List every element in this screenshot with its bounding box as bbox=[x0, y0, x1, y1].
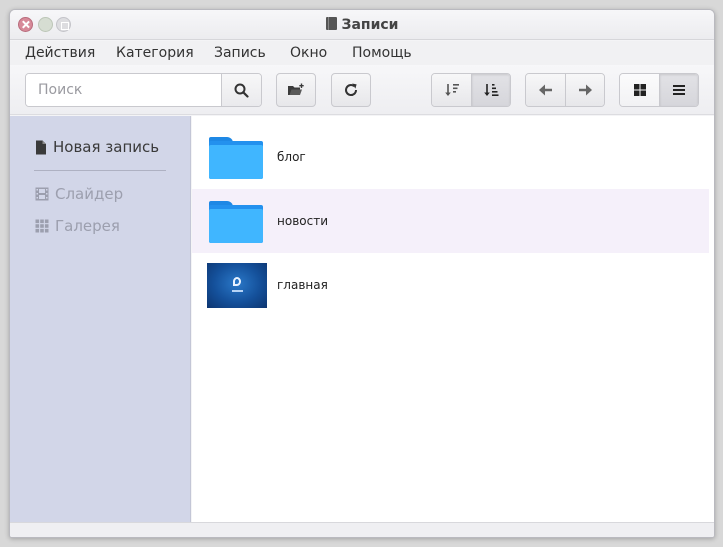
menu-bar: Действия Категория Запись Окно Помощь bbox=[10, 41, 714, 65]
image-thumbnail bbox=[207, 263, 267, 308]
refresh-icon bbox=[345, 83, 358, 96]
grid-icon bbox=[35, 219, 49, 233]
search-input[interactable] bbox=[26, 74, 222, 106]
sidebar-divider bbox=[34, 170, 166, 171]
sidebar: Новая запись Слайдер Галерея bbox=[10, 116, 191, 522]
arrow-left-icon bbox=[538, 84, 552, 96]
menu-window[interactable]: Окно bbox=[290, 45, 327, 61]
search-box bbox=[25, 73, 262, 107]
sidebar-item-gallery-label: Галерея bbox=[55, 217, 120, 235]
list-view-button[interactable] bbox=[659, 74, 698, 106]
menu-actions[interactable]: Действия bbox=[25, 45, 95, 61]
refresh-button[interactable] bbox=[331, 73, 371, 107]
folder-icon bbox=[207, 135, 267, 180]
app-window: Записи Действия Категория Запись Окно По… bbox=[9, 9, 715, 538]
title-bar: Записи bbox=[10, 10, 714, 40]
list-item-name: новости bbox=[277, 214, 328, 228]
window-title: Записи bbox=[10, 17, 714, 33]
entry-list: блог новости главная bbox=[192, 116, 714, 522]
menu-category[interactable]: Категория bbox=[116, 45, 194, 61]
menu-help[interactable]: Помощь bbox=[352, 45, 412, 61]
toolbar bbox=[10, 65, 714, 115]
sort-asc-icon bbox=[484, 84, 499, 96]
forward-button[interactable] bbox=[565, 74, 604, 106]
sort-descending-button[interactable] bbox=[432, 74, 471, 106]
grid-view-icon bbox=[633, 84, 646, 96]
magnifier-icon bbox=[234, 83, 249, 98]
sort-ascending-button[interactable] bbox=[471, 74, 510, 106]
list-item[interactable]: новости bbox=[192, 189, 709, 253]
navigation-button-group bbox=[525, 73, 605, 107]
window-title-text: Записи bbox=[341, 17, 399, 33]
search-button[interactable] bbox=[221, 74, 261, 106]
grid-view-button[interactable] bbox=[620, 74, 659, 106]
list-item-name: блог bbox=[277, 150, 306, 164]
book-icon bbox=[325, 17, 337, 30]
new-entry-button[interactable]: Новая запись bbox=[35, 138, 159, 156]
sidebar-item-gallery[interactable]: Галерея bbox=[35, 217, 120, 235]
film-icon bbox=[35, 187, 49, 201]
sort-button-group bbox=[431, 73, 511, 107]
document-icon bbox=[36, 140, 46, 154]
list-view-icon bbox=[673, 85, 685, 95]
sort-desc-icon bbox=[444, 84, 459, 96]
view-mode-button-group bbox=[619, 73, 699, 107]
list-item[interactable]: главная bbox=[192, 253, 709, 317]
menu-entry[interactable]: Запись bbox=[214, 45, 266, 61]
folder-add-icon bbox=[288, 83, 304, 95]
back-button[interactable] bbox=[526, 74, 565, 106]
new-entry-label: Новая запись bbox=[53, 138, 160, 156]
list-item[interactable]: блог bbox=[192, 125, 709, 189]
new-folder-button[interactable] bbox=[276, 73, 316, 107]
folder-icon bbox=[207, 199, 267, 244]
status-bar bbox=[10, 522, 714, 537]
list-item-name: главная bbox=[277, 278, 328, 292]
sidebar-item-slider-label: Слайдер bbox=[55, 185, 124, 203]
arrow-right-icon bbox=[579, 84, 592, 96]
sidebar-item-slider[interactable]: Слайдер bbox=[35, 185, 123, 203]
